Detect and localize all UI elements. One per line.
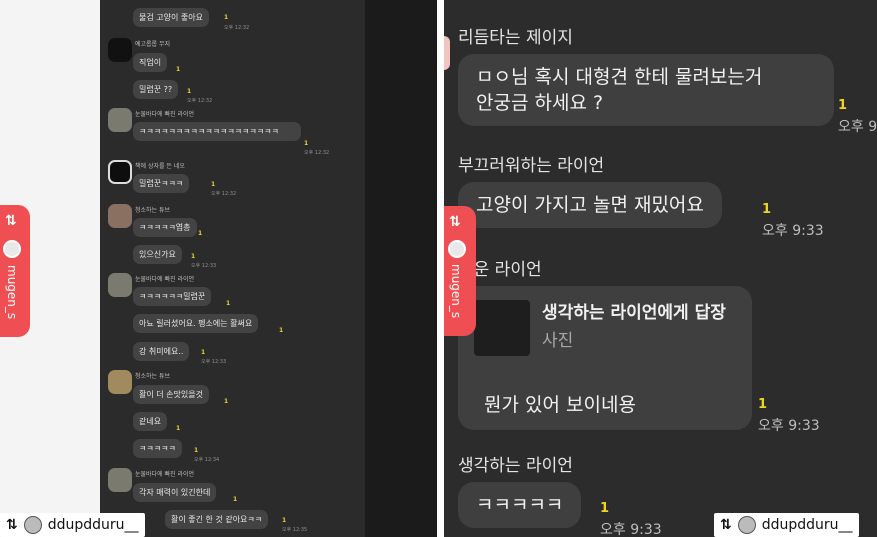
unread-count: 1 — [233, 496, 238, 503]
sender-name: 책에 상자를 든 네오 — [135, 163, 185, 170]
photo-thumbnail[interactable] — [474, 300, 530, 356]
chat-message: 고양이 가지고 놀면 재밌어요 — [458, 182, 722, 228]
repost-watermark: ⇅ mugen_s — [444, 206, 476, 336]
chat-message: 밀렵꾼 ?? — [133, 80, 179, 99]
sender-name: 눈물바다에 빠진 라이언 — [135, 471, 195, 478]
divider — [437, 0, 444, 537]
avatar[interactable] — [108, 468, 132, 492]
avatar — [23, 516, 42, 534]
chat-message: 활이 좋긴 한 것 같아요ㅋㅋ — [165, 510, 269, 529]
avatar[interactable] — [108, 108, 132, 132]
chat-message: 아뇨 릴러셨어요. 펭소에는 활써요 — [133, 314, 259, 333]
message-time: 오후 9:33 — [758, 418, 820, 434]
unread-count: 1 — [304, 140, 309, 147]
unread-count: 1 — [226, 300, 231, 307]
message-time: 오후 12:33 — [191, 263, 217, 269]
chat-message: 각자 매력이 있긴한데 — [133, 483, 217, 502]
chat-message: ㅋㅋㅋㅋㅋ — [133, 439, 182, 458]
unread-count: 1 — [187, 88, 192, 95]
handle: mugen_s — [5, 265, 19, 320]
chat-message: 물검 고양이 좋아요 — [133, 8, 209, 27]
avatar-edge — [444, 36, 450, 70]
unread-count: 1 — [758, 397, 768, 412]
reply-message: 생각하는 라이언에게 답장 사진 뭔가 있어 보이네용 — [458, 286, 752, 430]
unread-count: 1 — [279, 327, 284, 334]
avatar[interactable] — [108, 38, 132, 62]
sender-name: 눈물바다에 빠진 라이언 — [135, 111, 195, 118]
repost-watermark: ⇅ mugen_s — [0, 205, 30, 337]
unread-count: 1 — [838, 98, 848, 113]
repost-icon: ⇅ — [6, 517, 18, 533]
unread-count: 1 — [224, 398, 229, 405]
unread-count: 1 — [194, 447, 199, 454]
message-line: ㅁㅇ님 혹시 대형견 한테 물려보는거 — [476, 66, 763, 88]
chat-message: 밀렵꾼ㅋㅋㅋ — [133, 174, 190, 193]
message-time: 오후 9 — [838, 119, 877, 135]
chat-message: ㅋㅋㅋㅋㅋ엽총 — [133, 218, 197, 237]
repost-icon: ⇅ — [5, 213, 17, 229]
chat-message: ㅁㅇ님 혹시 대형견 한테 물려보는거 안궁금 하세요 ? — [458, 54, 834, 126]
message-time: 오후 12:32 — [304, 150, 330, 156]
message-line: 안궁금 하세요 ? — [476, 92, 604, 114]
repost-icon: ⇅ — [720, 517, 732, 533]
handle: ddupdduru__ — [47, 517, 139, 533]
avatar[interactable] — [108, 370, 132, 394]
left-chat-screenshot: 물검 고양이 좋아요 1 오후 12:32 예고롭롭 무지 직업이 1 밀렵꾼 … — [0, 0, 437, 537]
chat-message: ㅋㅋㅋㅋㅋㅋㅋㅋㅋㅋㅋㅋㅋㅋㅋㅋㅋㅋㅋ — [133, 122, 301, 141]
unread-count: 1 — [198, 230, 203, 237]
message-line: 고양이 가지고 놀면 재밌어요 — [476, 194, 704, 216]
message-time: 오후 12:34 — [194, 457, 220, 463]
chat-message: 같네요 — [133, 412, 168, 431]
sender-name: 생각하는 라이언 — [458, 456, 573, 476]
unread-count: 1 — [191, 253, 196, 260]
avatar[interactable] — [108, 160, 132, 184]
message-line: 뭔가 있어 보이네용 — [484, 394, 636, 416]
unread-count: 1 — [282, 517, 287, 524]
unread-count: 1 — [762, 202, 772, 217]
sender-name: 부끄러워하는 라이언 — [458, 156, 605, 176]
chat-message: ㅋㅋㅋㅋㅋㅋ밀렵꾼 — [133, 287, 212, 306]
sender-name: 청소하는 튜브 — [135, 373, 171, 380]
repost-label: ⇅ ddupdduru__ — [714, 513, 859, 537]
unread-count: 1 — [176, 66, 181, 73]
unread-count: 1 — [201, 349, 206, 356]
chat-message: ㅋㅋㅋㅋㅋ — [458, 482, 582, 528]
avatar[interactable] — [108, 204, 132, 228]
unread-count: 1 — [600, 501, 610, 516]
reply-target: 생각하는 라이언에게 답장 — [542, 303, 726, 323]
unread-count: 1 — [224, 14, 229, 21]
message-time: 오후 12:35 — [282, 527, 308, 533]
chat-message: 있으신가요 — [133, 245, 182, 264]
handle: ddupdduru__ — [761, 517, 853, 533]
sender-name: 예고롭롭 무지 — [135, 41, 171, 48]
sender-name: 리듬타는 제이지 — [458, 28, 573, 48]
repost-label: ⇅ ddupdduru__ — [0, 513, 145, 537]
chat-message: 직업이 — [133, 53, 168, 72]
avatar — [448, 240, 466, 258]
avatar[interactable] — [108, 273, 132, 297]
chat-message: 활이 더 손맛있을것 — [133, 385, 209, 404]
message-time: 오후 12:33 — [201, 359, 227, 365]
avatar — [737, 516, 756, 534]
unread-count: 1 — [176, 425, 181, 432]
sender-name: 청소하는 튜브 — [135, 207, 171, 214]
repost-icon: ⇅ — [449, 214, 461, 230]
message-line: ㅋㅋㅋㅋㅋ — [476, 494, 564, 516]
message-time: 오후 9:33 — [600, 522, 662, 537]
sender-name: 눈물바다에 빠진 라이언 — [135, 276, 195, 283]
handle: mugen_s — [449, 264, 463, 319]
unread-count: 1 — [211, 181, 216, 188]
right-chat-screenshot: 리듬타는 제이지 ㅁㅇ님 혹시 대형견 한테 물려보는거 안궁금 하세요 ? 1… — [444, 0, 877, 537]
message-time: 오후 12:32 — [187, 98, 213, 104]
message-time: 오후 12:32 — [211, 191, 237, 197]
dark-margin — [365, 0, 437, 537]
message-time: 오후 12:32 — [224, 25, 250, 31]
chat-message: 강 취미에요.. — [133, 342, 190, 361]
avatar — [3, 240, 21, 258]
message-time: 오후 9:33 — [762, 223, 824, 239]
reply-kind: 사진 — [542, 331, 574, 351]
